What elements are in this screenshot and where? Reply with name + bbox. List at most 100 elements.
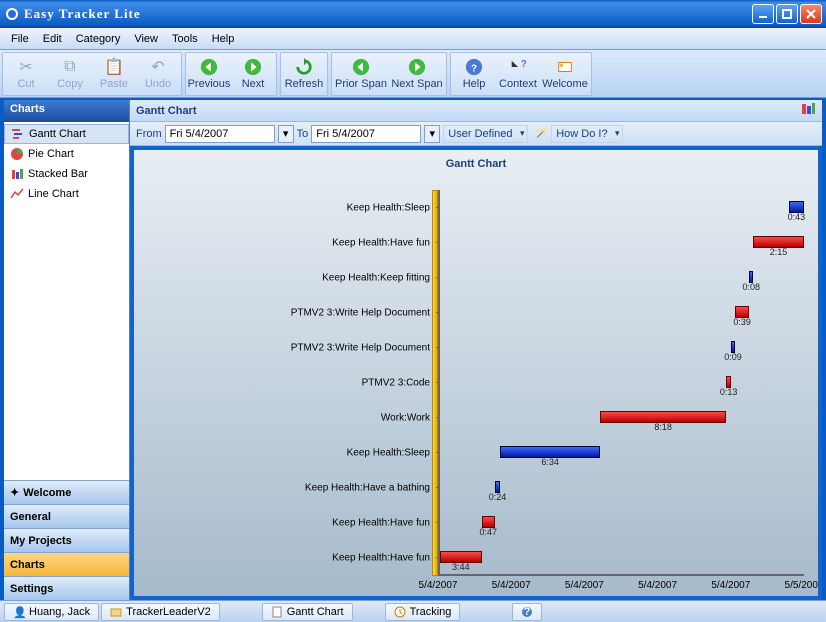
- sidebar-item-pie[interactable]: Pie Chart: [4, 144, 129, 164]
- sidebar-item-gantt[interactable]: Gantt Chart: [4, 124, 129, 144]
- menu-help[interactable]: Help: [205, 31, 242, 47]
- y-axis-label: Keep Health:Have fun: [332, 237, 430, 248]
- undo-button[interactable]: ↶Undo: [136, 54, 180, 94]
- refresh-button[interactable]: Refresh: [282, 54, 326, 94]
- bar-value: 2:15: [770, 247, 788, 257]
- svg-text:?: ?: [524, 606, 531, 618]
- help-button[interactable]: ?Help: [452, 54, 496, 94]
- chart-area: Gantt Chart Keep Health:Sleep Keep Health…: [130, 146, 822, 600]
- window-title: Easy Tracker Lite: [24, 6, 752, 22]
- bar-value: 0:08: [742, 282, 760, 292]
- cut-button[interactable]: ✂Cut: [4, 54, 48, 94]
- from-input[interactable]: [165, 125, 275, 143]
- bar-value: 0:43: [788, 212, 806, 222]
- toolbar: ✂Cut ⧉Copy 📋Paste ↶Undo Previous Next Re…: [0, 50, 826, 98]
- close-button[interactable]: [800, 4, 822, 24]
- doc-icon: [271, 606, 283, 618]
- x-axis-label: 5/4/2007: [492, 580, 531, 591]
- bar-value: 6:34: [541, 457, 559, 467]
- x-axis-label: 5/5/2007: [785, 580, 822, 591]
- filter-bar: From ▾ To ▾ User Defined 🪄 How Do I?: [130, 122, 822, 146]
- status-view[interactable]: Gantt Chart: [262, 603, 353, 621]
- from-label: From: [136, 128, 162, 140]
- y-axis-label: PTMV2 3:Write Help Document: [291, 307, 430, 318]
- welcome-button[interactable]: Welcome: [540, 54, 590, 94]
- to-dropdown[interactable]: ▾: [424, 125, 440, 143]
- gantt-bar[interactable]: 0:13: [726, 376, 731, 388]
- gantt-bar[interactable]: 0:08: [749, 271, 753, 283]
- help-icon: ?: [464, 57, 484, 77]
- arrow-right-icon: [407, 57, 427, 77]
- x-axis-label: 5/4/2007: [711, 580, 750, 591]
- gantt-bar[interactable]: 3:44: [440, 551, 482, 563]
- gantt-bar[interactable]: 0:43: [789, 201, 804, 213]
- page-title: Gantt Chart: [136, 105, 197, 117]
- menu-tools[interactable]: Tools: [165, 31, 205, 47]
- menu-category[interactable]: Category: [69, 31, 128, 47]
- next-span-button[interactable]: Next Span: [389, 54, 445, 94]
- gantt-bar[interactable]: 0:47: [482, 516, 495, 528]
- to-input[interactable]: [311, 125, 421, 143]
- nav-charts[interactable]: Charts: [4, 552, 129, 576]
- context-button[interactable]: ?Context: [496, 54, 540, 94]
- user-defined-combo[interactable]: User Defined: [443, 125, 527, 143]
- now-marker: [432, 190, 438, 576]
- gantt-bar[interactable]: 6:34: [500, 446, 600, 458]
- menu-edit[interactable]: Edit: [36, 31, 69, 47]
- x-axis-label: 5/4/2007: [565, 580, 604, 591]
- nav-welcome[interactable]: ✦Welcome: [4, 480, 129, 504]
- sidebar: Charts Gantt Chart Pie Chart Stacked Bar…: [4, 100, 130, 600]
- gantt-bar[interactable]: 0:24: [495, 481, 501, 493]
- bar-value: 0:13: [720, 387, 738, 397]
- gantt-bar[interactable]: 2:15: [753, 236, 804, 248]
- status-user[interactable]: 👤Huang, Jack: [4, 603, 99, 621]
- arrow-left-icon: [351, 57, 371, 77]
- menu-view[interactable]: View: [127, 31, 165, 47]
- copy-icon: ⧉: [60, 57, 80, 77]
- from-dropdown[interactable]: ▾: [278, 125, 294, 143]
- line-icon: [10, 187, 24, 201]
- x-axis-label: 5/4/2007: [638, 580, 677, 591]
- cut-icon: ✂: [16, 57, 36, 77]
- y-axis-label: Keep Health:Have fun: [332, 518, 430, 529]
- sidebar-item-line[interactable]: Line Chart: [4, 184, 129, 204]
- status-help[interactable]: ?: [512, 603, 542, 621]
- x-axis-label: 5/4/2007: [419, 580, 458, 591]
- next-button[interactable]: Next: [231, 54, 275, 94]
- sidebar-list: Gantt Chart Pie Chart Stacked Bar Line C…: [4, 122, 129, 480]
- status-mode[interactable]: Tracking: [385, 603, 461, 621]
- y-axis-label: Keep Health:Have a bathing: [305, 483, 430, 494]
- y-axis-label: Work:Work: [381, 413, 430, 424]
- minimize-button[interactable]: [752, 4, 774, 24]
- status-project[interactable]: TrackerLeaderV2: [101, 603, 220, 621]
- prior-span-button[interactable]: Prior Span: [333, 54, 389, 94]
- how-do-i-combo[interactable]: How Do I?: [551, 125, 622, 143]
- previous-button[interactable]: Previous: [187, 54, 231, 94]
- maximize-button[interactable]: [776, 4, 798, 24]
- bar-value: 3:44: [452, 562, 470, 572]
- undo-icon: ↶: [148, 57, 168, 77]
- svg-text:?: ?: [471, 64, 477, 75]
- copy-button[interactable]: ⧉Copy: [48, 54, 92, 94]
- chart-title: Gantt Chart: [134, 150, 818, 174]
- app-icon: [4, 6, 20, 22]
- titlebar: Easy Tracker Lite: [0, 0, 826, 28]
- menu-file[interactable]: File: [4, 31, 36, 47]
- gantt-bar[interactable]: 0:09: [731, 341, 735, 353]
- chart-settings-icon[interactable]: [800, 101, 816, 120]
- nav-general[interactable]: General: [4, 504, 129, 528]
- content-header: Gantt Chart: [130, 100, 822, 122]
- bar-value: 0:24: [489, 492, 507, 502]
- bar-value: 8:18: [654, 422, 672, 432]
- bar-value: 0:39: [733, 317, 751, 327]
- pie-icon: [10, 147, 24, 161]
- y-axis-label: Keep Health:Sleep: [347, 448, 430, 459]
- gantt-bar[interactable]: 8:18: [600, 411, 726, 423]
- nav-settings[interactable]: Settings: [4, 576, 129, 600]
- sidebar-item-stacked[interactable]: Stacked Bar: [4, 164, 129, 184]
- y-axis-label: Keep Health:Sleep: [347, 202, 430, 213]
- nav-projects[interactable]: My Projects: [4, 528, 129, 552]
- paste-button[interactable]: 📋Paste: [92, 54, 136, 94]
- gantt-bar[interactable]: 0:39: [735, 306, 750, 318]
- paste-icon: 📋: [104, 57, 124, 77]
